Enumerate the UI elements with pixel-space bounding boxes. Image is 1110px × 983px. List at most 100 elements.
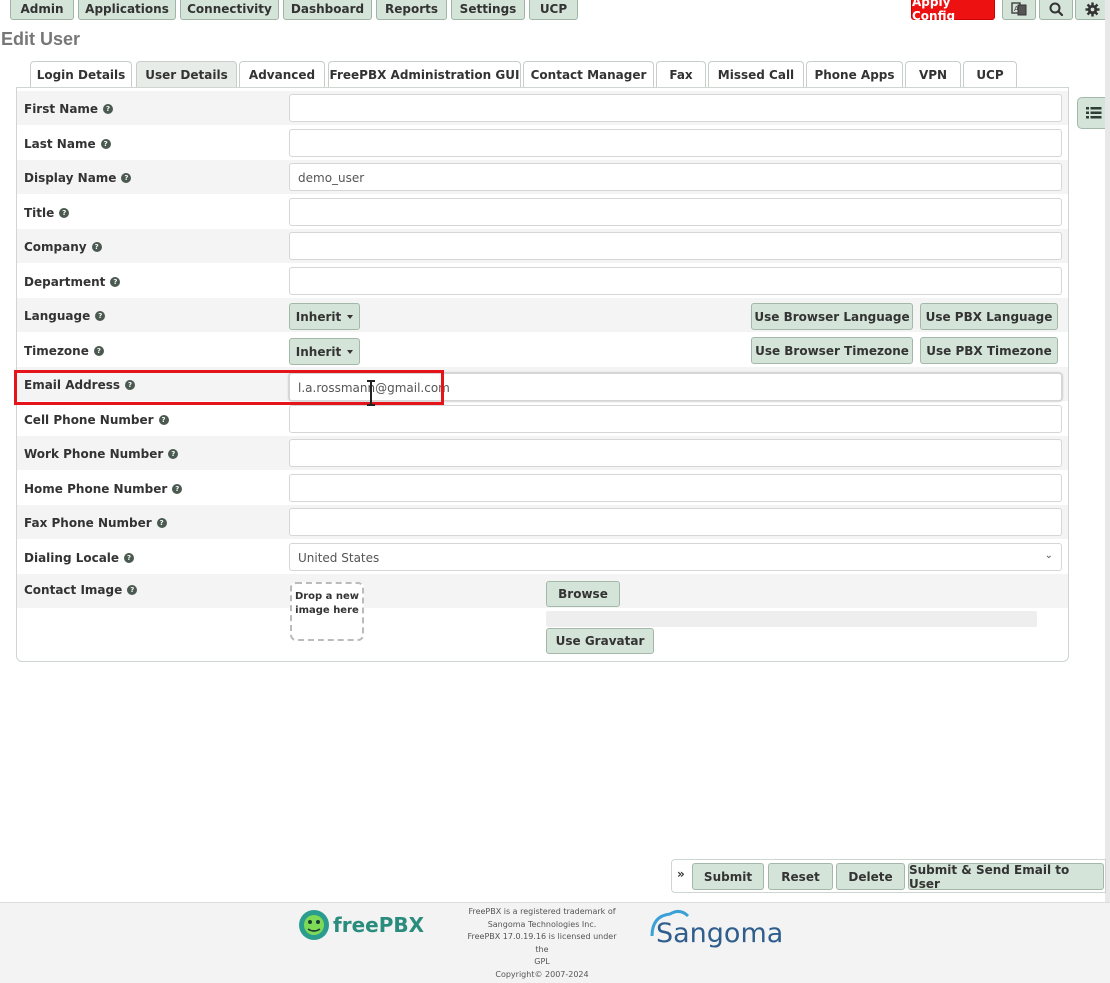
nav-admin[interactable]: Admin: [10, 0, 74, 20]
display-name-label-text: Display Name: [24, 171, 117, 185]
help-icon[interactable]: ?: [158, 415, 169, 425]
last-name-label: Last Name?: [24, 137, 111, 151]
use-pbx-timezone-button[interactable]: Use PBX Timezone: [920, 337, 1058, 364]
page-title: Edit User: [1, 29, 81, 49]
timezone-label-text: Timezone: [24, 344, 89, 358]
nav-connectivity[interactable]: Connectivity: [180, 0, 279, 20]
use-pbx-language-button[interactable]: Use PBX Language: [920, 303, 1058, 330]
language-value: Inherit: [295, 309, 342, 324]
browse-button[interactable]: Browse: [546, 581, 620, 607]
chevron-down-icon: ⌄: [1044, 550, 1053, 561]
contact-image-dropzone[interactable]: Drop a new image here: [290, 582, 364, 641]
dialing-locale-select[interactable]: United States ⌄: [289, 543, 1062, 571]
help-icon[interactable]: ?: [93, 346, 104, 356]
footer-line: Sangoma Technologies Inc.: [487, 919, 597, 929]
cell-phone-label: Cell Phone Number?: [24, 413, 169, 427]
use-gravatar-button[interactable]: Use Gravatar: [546, 628, 654, 654]
row-dialing-locale: Dialing Locale? United States ⌄: [17, 540, 1068, 574]
caret-down-icon: [347, 314, 354, 319]
use-browser-language-button[interactable]: Use Browser Language: [751, 303, 913, 330]
work-phone-input[interactable]: [289, 439, 1062, 467]
tab-login-details[interactable]: Login Details: [30, 61, 132, 88]
fax-phone-input[interactable]: [289, 508, 1062, 536]
use-browser-timezone-button[interactable]: Use Browser Timezone: [751, 337, 913, 364]
row-last-name: Last Name?: [17, 126, 1068, 160]
sangoma-logo[interactable]: Sangoma: [648, 906, 798, 950]
tab-missed-call[interactable]: Missed Call: [708, 61, 804, 88]
tab-advanced[interactable]: Advanced: [239, 61, 325, 88]
text-cursor-icon: [367, 380, 375, 406]
freepbx-brand-text: freePBX: [333, 913, 425, 937]
nav-ucp[interactable]: UCP: [529, 0, 578, 20]
delete-button[interactable]: Delete: [836, 863, 905, 890]
dialing-locale-label: Dialing Locale?: [24, 551, 135, 565]
email-highlight-box: [14, 370, 444, 405]
nav-settings[interactable]: Settings: [451, 0, 525, 20]
tab-ucp[interactable]: UCP: [963, 61, 1017, 88]
contact-image-label-text: Contact Image: [24, 583, 123, 597]
action-bar-expand-icon[interactable]: »: [677, 867, 685, 881]
help-icon[interactable]: ?: [100, 139, 111, 149]
row-contact-image: Contact Image?: [17, 574, 1068, 608]
cell-phone-input[interactable]: [289, 405, 1062, 433]
help-icon[interactable]: ?: [121, 173, 132, 183]
nav-applications[interactable]: Applications: [78, 0, 176, 20]
footer-line: FreePBX 17.0.19.16 is licensed under the: [467, 932, 617, 954]
language-button[interactable]: A: [1002, 0, 1036, 20]
help-icon[interactable]: ?: [59, 208, 70, 218]
row-display-name: Display Name? demo_user: [17, 160, 1068, 194]
tab-phone-apps[interactable]: Phone Apps: [806, 61, 903, 88]
language-label: Language?: [24, 309, 106, 323]
fax-phone-label: Fax Phone Number?: [24, 516, 167, 530]
dropzone-text-1: Drop a new: [294, 591, 360, 602]
freepbx-logo-icon: freePBX: [299, 910, 425, 940]
last-name-input[interactable]: [289, 129, 1062, 157]
tab-contact-manager[interactable]: Contact Manager: [523, 61, 654, 88]
timezone-label: Timezone?: [24, 344, 104, 358]
help-icon[interactable]: ?: [127, 585, 138, 595]
department-label-text: Department: [24, 275, 106, 289]
scrollbar[interactable]: [1105, 0, 1110, 983]
dialing-locale-label-text: Dialing Locale: [24, 551, 120, 565]
nav-dashboard[interactable]: Dashboard: [283, 0, 372, 20]
help-icon[interactable]: ?: [156, 518, 167, 528]
row-work-phone: Work Phone Number?: [17, 436, 1068, 470]
apply-config-button[interactable]: Apply Config: [911, 0, 995, 23]
submit-send-email-button[interactable]: Submit & Send Email to User: [908, 863, 1104, 891]
search-button[interactable]: [1039, 0, 1073, 20]
company-input[interactable]: [289, 232, 1062, 260]
tab-vpn[interactable]: VPN: [905, 61, 961, 88]
timezone-value: Inherit: [295, 344, 342, 359]
list-icon: [1085, 107, 1101, 119]
department-input[interactable]: [289, 267, 1062, 295]
help-icon[interactable]: ?: [110, 277, 121, 287]
help-icon[interactable]: ?: [91, 242, 102, 252]
work-phone-label-text: Work Phone Number: [24, 447, 164, 461]
row-home-phone: Home Phone Number?: [17, 471, 1068, 505]
reset-button[interactable]: Reset: [768, 863, 833, 890]
help-icon[interactable]: ?: [95, 311, 106, 321]
freepbx-logo[interactable]: freePBX: [296, 906, 426, 946]
display-name-input[interactable]: demo_user: [289, 163, 1062, 191]
row-cell-phone: Cell Phone Number?: [17, 402, 1068, 436]
first-name-input[interactable]: [289, 94, 1062, 122]
tab-freepbx-admin-gui[interactable]: FreePBX Administration GUI: [328, 61, 521, 88]
settings-button[interactable]: [1075, 0, 1109, 20]
help-icon[interactable]: ?: [103, 104, 114, 114]
svg-text:A: A: [1014, 5, 1019, 13]
row-fax-phone: Fax Phone Number?: [17, 505, 1068, 539]
help-icon[interactable]: ?: [124, 553, 135, 563]
department-label: Department?: [24, 275, 121, 289]
help-icon[interactable]: ?: [168, 449, 179, 459]
home-phone-input[interactable]: [289, 474, 1062, 502]
nav-reports[interactable]: Reports: [376, 0, 447, 20]
submit-button[interactable]: Submit: [692, 863, 764, 890]
tab-fax[interactable]: Fax: [656, 61, 706, 88]
language-dropdown[interactable]: Inherit: [289, 303, 360, 330]
tab-user-details[interactable]: User Details: [136, 61, 237, 88]
footer-legal-text: FreePBX is a registered trademark of San…: [462, 906, 622, 981]
title-input[interactable]: [289, 198, 1062, 226]
row-timezone: Timezone? Inherit Use Browser Timezone U…: [17, 333, 1068, 367]
help-icon[interactable]: ?: [172, 484, 183, 494]
timezone-dropdown[interactable]: Inherit: [289, 338, 360, 365]
